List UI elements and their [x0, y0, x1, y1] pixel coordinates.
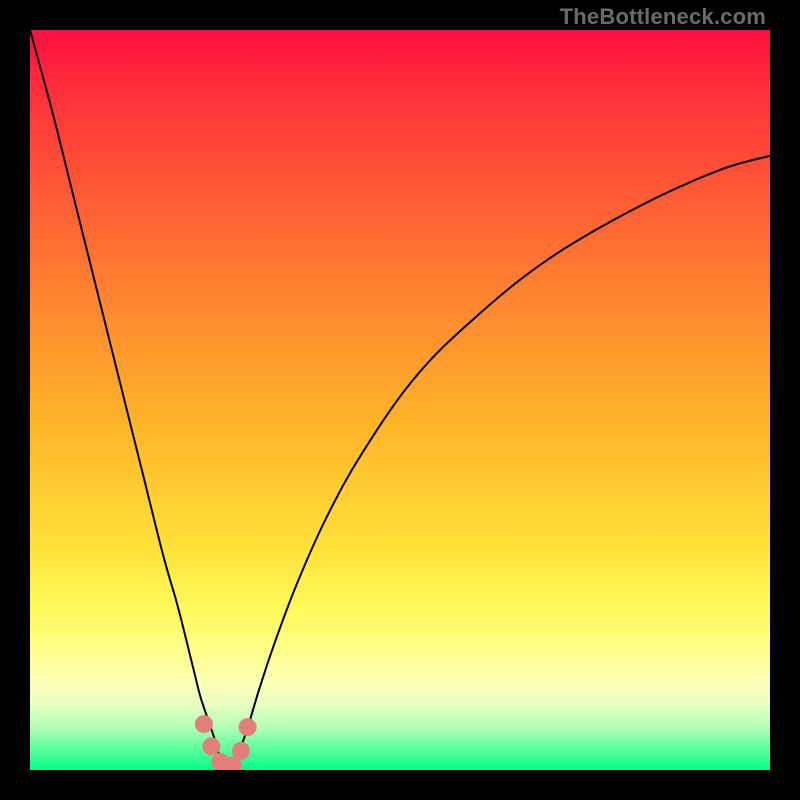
optimal-marker-cluster: [195, 715, 257, 770]
curve-layer: [30, 30, 770, 770]
watermark-text: TheBottleneck.com: [560, 4, 766, 30]
left-bottleneck-curve: [30, 30, 225, 766]
plot-area: [30, 30, 770, 770]
optimal-marker: [239, 718, 257, 736]
optimal-marker: [202, 737, 220, 755]
chart-frame: TheBottleneck.com: [0, 0, 800, 800]
right-bottleneck-curve: [234, 156, 771, 767]
optimal-marker: [195, 715, 213, 733]
optimal-marker: [232, 742, 250, 760]
